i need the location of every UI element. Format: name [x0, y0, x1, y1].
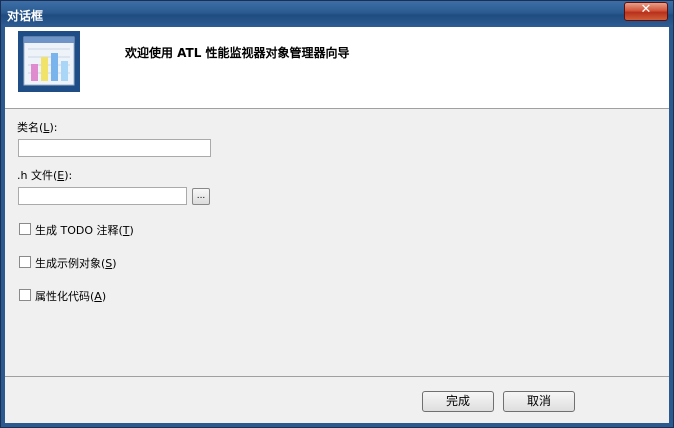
window-frame-right [669, 27, 673, 427]
footer-separator [5, 376, 669, 377]
sample-object-checkbox[interactable] [19, 256, 31, 268]
wizard-chart-icon [18, 31, 80, 92]
todo-comments-checkbox[interactable] [19, 223, 31, 235]
sample-object-label-text: 生成示例对象 [35, 257, 101, 270]
cancel-button[interactable]: 取消 [503, 391, 575, 412]
wizard-header: 欢迎使用 ATL 性能监视器对象管理器向导 [5, 27, 669, 109]
class-name-input[interactable] [18, 139, 211, 157]
h-file-input[interactable] [18, 187, 187, 205]
attributed-mnemonic: A [94, 290, 102, 303]
class-name-label: 类名(L): [17, 121, 58, 134]
browse-button[interactable]: ... [192, 188, 210, 205]
close-button[interactable]: ✕ [624, 2, 668, 21]
window-frame-bottom [1, 423, 673, 427]
finish-button[interactable]: 完成 [422, 391, 494, 412]
sample-mnemonic: S [105, 257, 113, 270]
h-file-label-text: .h 文件 [17, 169, 53, 182]
attributed-code-label-text: 属性化代码 [35, 290, 90, 303]
attributed-code-checkbox[interactable] [19, 289, 31, 301]
close-icon: ✕ [640, 2, 652, 17]
title-bar[interactable]: 对话框 ✕ [1, 1, 673, 27]
class-name-label-text: 类名 [17, 121, 39, 134]
todo-comments-label[interactable]: 生成 TODO 注释(T) [35, 222, 134, 238]
class-name-mnemonic: L [43, 121, 50, 134]
h-file-mnemonic: E [57, 169, 65, 182]
h-file-label: .h 文件(E): [17, 169, 73, 182]
wizard-title: 欢迎使用 ATL 性能监视器对象管理器向导 [125, 46, 350, 60]
dialog-window: 对话框 ✕ 欢迎使用 ATL 性能监视器对象管理器向导 类名(L): .h 文件… [0, 0, 674, 428]
todo-comments-label-text: 生成 TODO 注释 [35, 224, 119, 237]
sample-object-label[interactable]: 生成示例对象(S) [35, 255, 117, 271]
wizard-body: 类名(L): .h 文件(E): ... 生成 TODO 注释(T) 生成示例对… [5, 109, 669, 376]
attributed-code-label[interactable]: 属性化代码(A) [35, 288, 106, 304]
window-title: 对话框 [7, 9, 44, 23]
chart-graphic [23, 36, 75, 86]
todo-mnemonic: T [122, 224, 130, 237]
